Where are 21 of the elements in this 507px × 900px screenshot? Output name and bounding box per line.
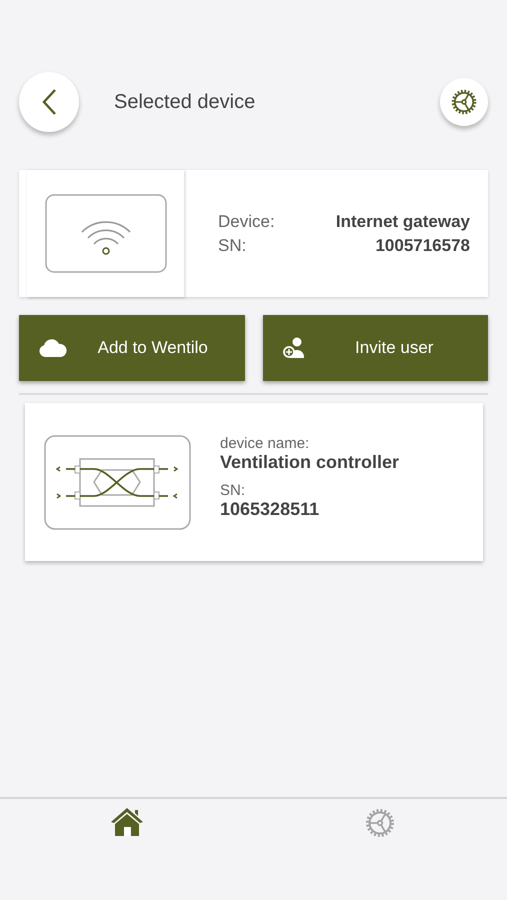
invite-user-button[interactable]: Invite user <box>262 315 488 381</box>
add-to-cloud-button[interactable]: Add to Wentilo <box>19 315 244 381</box>
ventilation-unit-icon <box>44 434 191 530</box>
add-user-icon <box>282 337 306 359</box>
settings-icon <box>450 88 478 116</box>
device-value: Internet gateway <box>334 212 470 232</box>
wifi-device-icon <box>44 194 166 273</box>
serial-label: SN: <box>220 482 246 498</box>
serial-value: 1065328511 <box>220 498 320 520</box>
settings-icon <box>364 807 396 839</box>
cloud-icon <box>39 339 67 357</box>
controller-card[interactable]: device name: Ventilation controller SN: 1065328511 <box>25 403 483 561</box>
settings-button[interactable] <box>440 78 488 126</box>
device-label: Device: <box>218 212 275 232</box>
serial-label: SN: <box>218 236 248 256</box>
name-label: device name: <box>220 434 310 452</box>
device-name: Ventilation controller <box>220 452 400 472</box>
page-title: Selected device <box>114 90 256 114</box>
serial-value: 1005716578 <box>374 236 470 256</box>
back-icon <box>41 88 57 116</box>
back-button[interactable] <box>19 72 79 132</box>
